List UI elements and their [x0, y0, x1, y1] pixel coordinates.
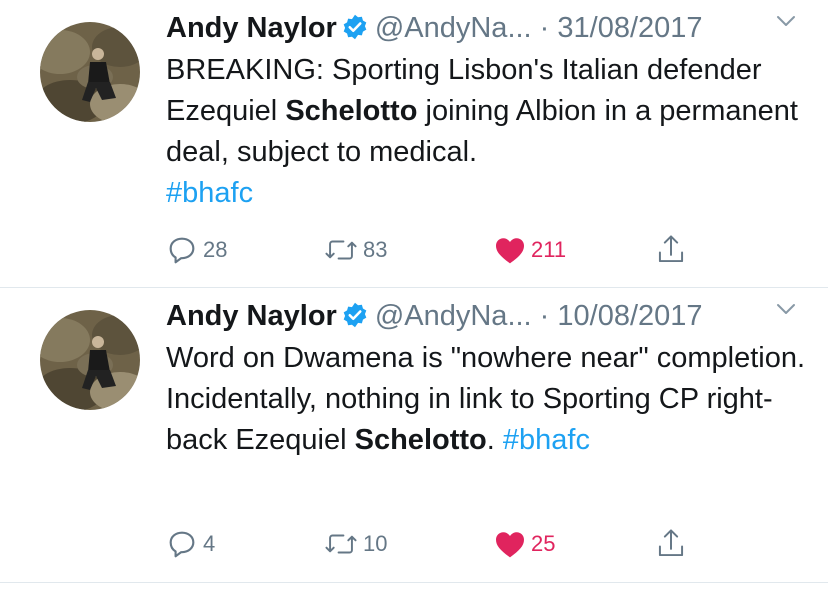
retweet-count: 83	[363, 237, 388, 262]
chevron-down-icon[interactable]	[776, 302, 796, 316]
avatar[interactable]	[40, 310, 140, 410]
author-name[interactable]: Andy Naylor	[166, 300, 337, 332]
author-name[interactable]: Andy Naylor	[166, 12, 337, 44]
tweet-text: Word on Dwamena is "nowhere near" comple…	[166, 338, 806, 461]
tweet-text: BREAKING: Sporting Lisbon's Italian defe…	[166, 50, 806, 214]
like-button[interactable]: 25	[494, 524, 555, 564]
heart-icon	[494, 529, 526, 559]
tweet-actions: 4 10 25	[166, 524, 726, 564]
hashtag-link[interactable]: #bhafc	[166, 177, 253, 209]
chevron-down-icon[interactable]	[776, 14, 796, 28]
like-button[interactable]: 211	[494, 230, 566, 270]
share-button[interactable]	[656, 524, 686, 564]
heart-icon	[494, 235, 526, 265]
retweet-icon	[324, 529, 358, 559]
hashtag-link[interactable]: #bhafc	[503, 424, 590, 456]
reply-icon	[166, 234, 198, 266]
reply-count: 4	[203, 531, 216, 556]
author-handle[interactable]: @AndyNa...	[375, 300, 532, 332]
reply-button[interactable]: 28	[166, 230, 227, 270]
tweet-divider	[0, 582, 828, 583]
tweet-text-part: .	[486, 424, 503, 456]
like-count: 211	[531, 237, 567, 262]
tweet-date[interactable]: · 31/08/2017	[540, 12, 703, 44]
avatar[interactable]	[40, 22, 140, 122]
reply-count: 28	[203, 237, 228, 262]
reply-button[interactable]: 4	[166, 524, 215, 564]
retweet-button[interactable]: 83	[324, 230, 387, 270]
share-icon	[656, 234, 686, 266]
author-handle[interactable]: @AndyNa...	[375, 12, 532, 44]
share-icon	[656, 528, 686, 560]
tweet-header: Andy Naylor @AndyNa... · 10/08/2017	[166, 296, 808, 336]
retweet-icon	[324, 235, 358, 265]
verified-badge-icon	[341, 300, 369, 328]
reply-icon	[166, 528, 198, 560]
like-count: 25	[531, 531, 556, 556]
tweet[interactable]: Andy Naylor @AndyNa... · 10/08/2017 Word …	[0, 288, 828, 582]
tweet[interactable]: Andy Naylor @AndyNa... · 31/08/2017 BREAK…	[0, 0, 828, 287]
share-button[interactable]	[656, 230, 686, 270]
verified-badge-icon	[341, 12, 369, 40]
retweet-count: 10	[363, 531, 388, 556]
tweet-text-bold: Schelotto	[285, 95, 418, 127]
tweet-text-bold: Schelotto	[354, 424, 487, 456]
tweet-date[interactable]: · 10/08/2017	[540, 300, 703, 332]
retweet-button[interactable]: 10	[324, 524, 387, 564]
tweet-actions: 28 83 211	[166, 230, 726, 270]
tweet-header: Andy Naylor @AndyNa... · 31/08/2017	[166, 8, 808, 48]
